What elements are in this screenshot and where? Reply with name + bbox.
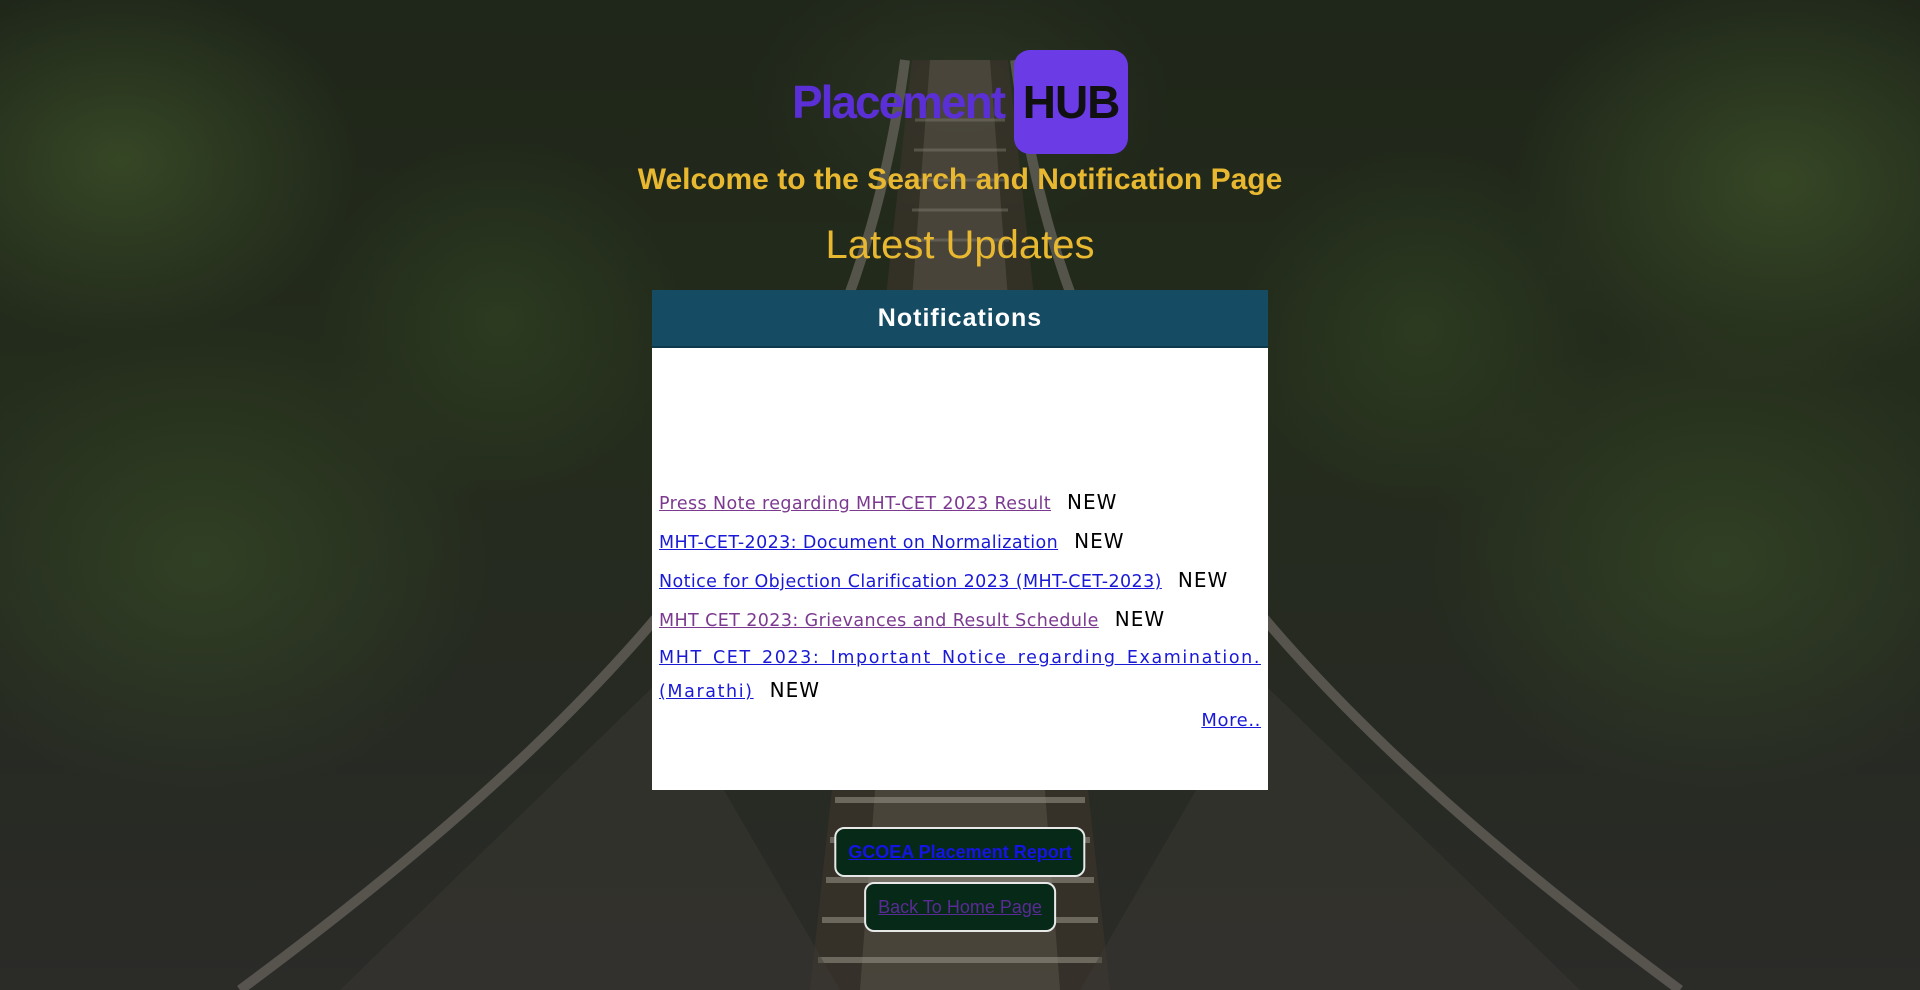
welcome-heading: Welcome to the Search and Notification P… xyxy=(637,163,1283,196)
page-content: Placement HUB Welcome to the Search and … xyxy=(0,0,1920,990)
new-badge: NEW xyxy=(769,678,820,702)
notification-link[interactable]: MHT-CET-2023: Document on Normalization xyxy=(659,533,1058,553)
notification-item: MHT-CET-2023: Document on Normalization N… xyxy=(659,525,1261,564)
new-badge: NEW xyxy=(1074,529,1125,553)
placement-report-button[interactable]: GCOEA Placement Report xyxy=(834,827,1086,877)
notification-item: MHT CET 2023: Important Notice regarding… xyxy=(659,642,1261,708)
notification-item: MHT CET 2023: Grievances and Result Sche… xyxy=(659,603,1261,642)
notification-item: Press Note regarding MHT-CET 2023 Result… xyxy=(659,486,1261,525)
notifications-panel: Notifications Press Note regarding MHT-C… xyxy=(652,290,1268,790)
new-badge: NEW xyxy=(1177,568,1229,592)
new-badge: NEW xyxy=(1067,490,1118,514)
notification-link[interactable]: MHT CET 2023: Important Notice regarding… xyxy=(659,648,1261,702)
notification-link[interactable]: Press Note regarding MHT-CET 2023 Result xyxy=(659,494,1051,514)
logo-badge: HUB xyxy=(1014,50,1129,154)
notification-item: Notice for Objection Clarification 2023 … xyxy=(659,564,1261,603)
notification-link[interactable]: MHT CET 2023: Grievances and Result Sche… xyxy=(659,611,1099,631)
back-to-home-button[interactable]: Back To Home Page xyxy=(864,882,1056,932)
latest-updates-heading: Latest Updates xyxy=(825,223,1095,267)
notification-link[interactable]: Notice for Objection Clarification 2023 … xyxy=(659,572,1162,592)
notifications-list: Press Note regarding MHT-CET 2023 Result… xyxy=(659,486,1261,708)
notifications-header: Notifications xyxy=(652,290,1268,348)
more-link[interactable]: More.. xyxy=(1201,710,1261,731)
site-logo[interactable]: Placement HUB xyxy=(0,50,1920,154)
new-badge: NEW xyxy=(1114,607,1166,631)
logo-text: Placement xyxy=(791,76,1006,128)
